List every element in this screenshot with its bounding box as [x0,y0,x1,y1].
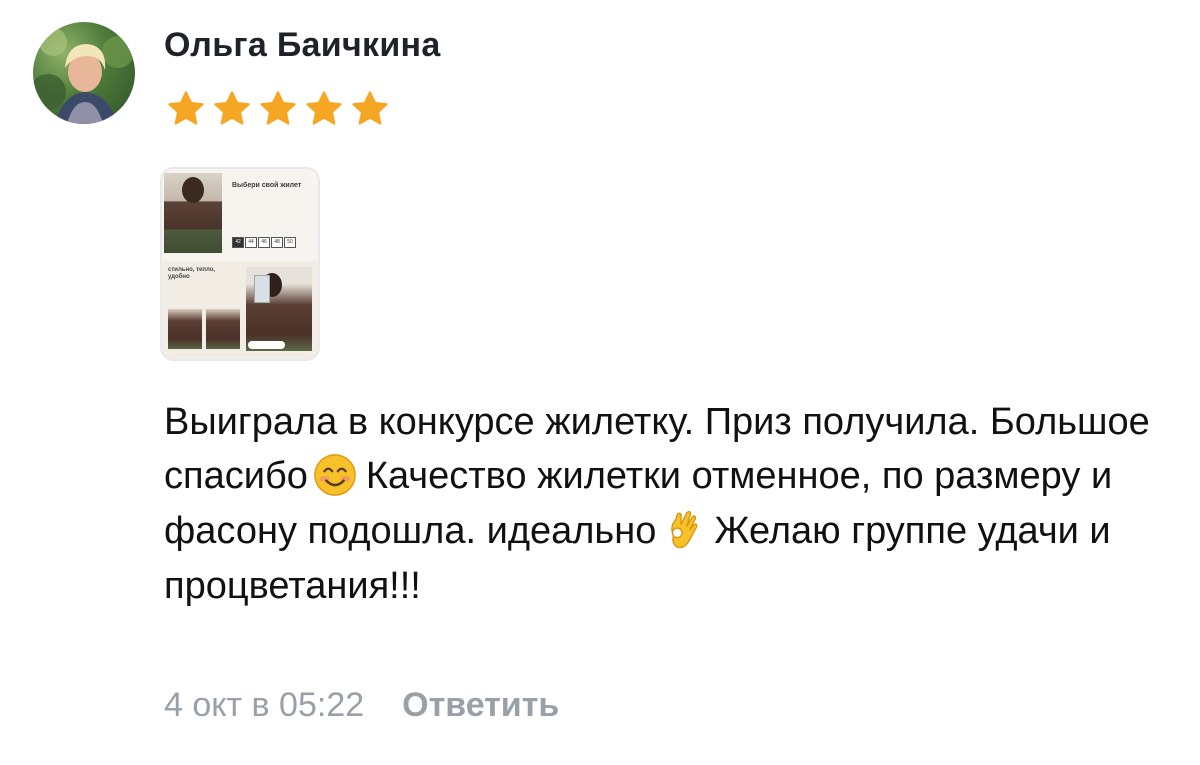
vest-thumbnail [206,309,240,349]
size-option: 46 [258,237,270,248]
star-icon [260,91,296,125]
account-chip [248,341,285,349]
star-rating [164,88,392,130]
star-icon [306,91,342,125]
size-option: 48 [271,237,283,248]
star-icon [168,91,204,125]
size-card [254,275,270,303]
attachment-caption: стильно, тепло, удобно [168,267,216,280]
attachment-top-panel: Выбери свой жилет 42 44 46 48 50 [162,169,318,261]
size-option: 50 [284,237,296,248]
vest-thumbnail [168,309,202,349]
author-name[interactable]: Ольга Баичкина [164,26,441,65]
comment-text: Выиграла в конкурсе жилетку. Приз получи… [164,395,1164,613]
star-icon [214,91,250,125]
attachment-bottom-panel: стильно, тепло, удобно [162,261,318,359]
size-option: 42 [232,237,244,248]
ok-hand-emoji-icon [671,510,698,549]
size-option: 44 [245,237,257,248]
attachment-image[interactable]: Выбери свой жилет 42 44 46 48 50 стильно… [160,167,320,361]
smiling-face-emoji-icon [314,454,356,496]
star-icon [352,91,388,125]
comment-footer: 4 окт в 05:22 Ответить [164,686,559,725]
model-head [182,177,204,203]
avatar[interactable] [33,22,135,124]
comment-timestamp[interactable]: 4 окт в 05:22 [164,686,364,725]
attachment-title: Выбери свой жилет [232,182,302,189]
reply-button[interactable]: Ответить [402,686,559,725]
size-selector: 42 44 46 48 50 [232,237,296,248]
